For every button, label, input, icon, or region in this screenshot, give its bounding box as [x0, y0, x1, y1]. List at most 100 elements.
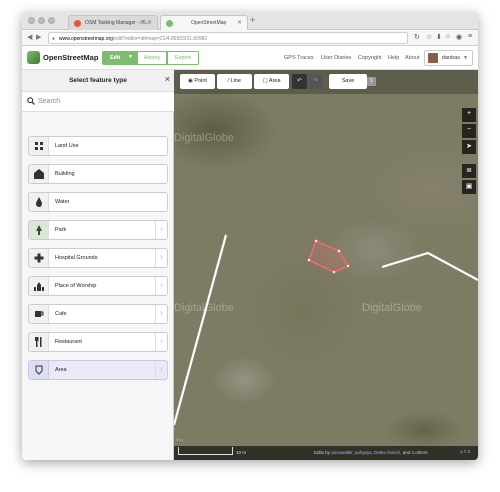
minimize-window-button[interactable]: [38, 17, 45, 24]
preset-item-cafe[interactable]: Cafe i: [28, 304, 168, 324]
layers-icon[interactable]: ≣: [462, 164, 476, 178]
address-toolbar: ◀ ▶ ● www.openstreetmap.org/edit?editor=…: [22, 30, 478, 46]
tab-title: OSM Tasking Manager - #5...: [85, 20, 150, 26]
info-icon[interactable]: i: [155, 361, 167, 379]
line-icon: ⁄: [228, 78, 229, 84]
new-tab-button[interactable]: +: [250, 15, 255, 25]
close-tab-icon[interactable]: ✕: [237, 19, 242, 26]
url-host: www.openstreetmap.org: [59, 36, 113, 42]
zoom-out-button[interactable]: −: [462, 124, 476, 138]
export-button[interactable]: Export: [167, 51, 199, 65]
history-button[interactable]: History: [137, 51, 167, 65]
imagery-logo: Bing: [176, 438, 184, 442]
download-icon[interactable]: ⬇: [436, 33, 442, 41]
star-icon[interactable]: ☆: [426, 33, 432, 41]
map-data-icon[interactable]: ▣: [462, 180, 476, 194]
preset-label: Water: [55, 199, 70, 205]
map-way-line[interactable]: [174, 234, 228, 426]
avatar: [428, 53, 438, 63]
selected-area-polygon[interactable]: [307, 239, 350, 273]
preset-item-restaurant[interactable]: Restaurant i: [28, 332, 168, 352]
browser-tab-tasking[interactable]: OSM Tasking Manager - #5... ✕: [68, 15, 158, 30]
building-icon: [29, 165, 49, 183]
close-icon[interactable]: ×: [165, 74, 170, 84]
attribution-suffix: , and 4 others: [400, 450, 428, 455]
edit-button[interactable]: Edit ▼: [102, 51, 137, 65]
info-icon[interactable]: i: [155, 221, 167, 239]
add-line-button[interactable]: ⁄ Line: [217, 74, 252, 89]
preset-item-building[interactable]: Building: [28, 164, 168, 184]
worship-icon: [29, 277, 49, 295]
menu-icon[interactable]: ≡: [468, 33, 472, 40]
reload-icon[interactable]: ↻: [414, 33, 420, 41]
preset-item-land-use[interactable]: Land Use: [28, 136, 168, 156]
attribution-users-link[interactable]: aicruwaller, pohysys, Darko Ilovich: [331, 450, 400, 455]
preset-item-place-of-worship[interactable]: Place of Worship i: [28, 276, 168, 296]
url-path: /edit?editor=id#map=21/4.86503/31.60982: [112, 36, 208, 42]
add-area-button[interactable]: ▢ Area: [254, 74, 289, 89]
geolocate-icon[interactable]: ➤: [462, 140, 476, 154]
preset-label: Building: [55, 171, 75, 177]
preset-search[interactable]: Search: [22, 92, 174, 112]
preset-label: Place of Worship: [55, 283, 97, 289]
search-icon: [27, 97, 35, 105]
preset-item-hospital-grounds[interactable]: Hospital Grounds i: [28, 248, 168, 268]
edit-label: Edit: [110, 55, 121, 61]
preset-label: Area: [55, 367, 67, 373]
preset-label: Hospital Grounds: [55, 255, 98, 261]
browser-tab-bar: OSM Tasking Manager - #5... ✕ OpenStreet…: [22, 12, 478, 30]
zoom-in-button[interactable]: +: [462, 108, 476, 122]
chevron-down-icon[interactable]: ▼: [128, 54, 133, 60]
home-icon[interactable]: ⌂: [446, 33, 450, 40]
preset-label: Land Use: [55, 143, 79, 149]
back-arrow-icon[interactable]: ◀: [27, 33, 32, 41]
map-canvas[interactable]: DigitalGlobe DigitalGlobe DigitalGlobe ◉…: [174, 70, 478, 460]
url-bar[interactable]: ● www.openstreetmap.org/edit?editor=id#m…: [48, 32, 408, 44]
browser-tab-osm[interactable]: OpenStreetMap ✕: [160, 15, 248, 30]
redo-button[interactable]: ↷: [308, 74, 323, 89]
info-icon[interactable]: i: [155, 305, 167, 323]
cafe-icon: [29, 305, 49, 323]
nav-link-gps-traces[interactable]: GPS Traces: [284, 55, 314, 61]
chevron-down-icon: ▼: [463, 55, 468, 61]
search-input[interactable]: Search: [38, 98, 60, 105]
info-icon[interactable]: i: [155, 277, 167, 295]
preset-item-area[interactable]: Area i: [28, 360, 168, 380]
extension-icon[interactable]: ◉: [456, 33, 462, 41]
undo-icon: ↶: [297, 78, 302, 84]
save-count-badge: 1: [367, 77, 376, 86]
map-toolbar: ◉ Point ⁄ Line ▢ Area ↶ ↷ Save 1: [174, 70, 478, 94]
preset-item-water[interactable]: Water: [28, 192, 168, 212]
scale-label: 10 m: [236, 450, 247, 455]
maximize-window-button[interactable]: [48, 17, 55, 24]
site-title[interactable]: OpenStreetMap: [43, 53, 98, 62]
save-button[interactable]: Save: [329, 74, 367, 89]
info-icon[interactable]: i: [155, 333, 167, 351]
point-label: Point: [194, 78, 207, 84]
area-tool-icon: ▢: [262, 78, 268, 84]
version-label[interactable]: 1.7.3: [460, 449, 470, 454]
hospital-icon: [29, 249, 49, 267]
info-icon[interactable]: i: [155, 249, 167, 267]
nav-link-copyright[interactable]: Copyright: [358, 55, 382, 61]
close-tab-icon[interactable]: ✕: [147, 19, 152, 26]
map-footer: 10 m Edits by aicruwaller, pohysys, Dark…: [174, 446, 478, 460]
land-use-icon: [29, 137, 49, 155]
nav-link-about[interactable]: About: [405, 55, 419, 61]
nav-link-user-diaries[interactable]: User Diaries: [321, 55, 351, 61]
osm-logo-icon[interactable]: [27, 51, 40, 64]
area-label: Area: [268, 78, 281, 84]
forward-arrow-icon[interactable]: ▶: [36, 33, 41, 41]
map-way-line[interactable]: [381, 251, 478, 281]
undo-button[interactable]: ↶: [292, 74, 307, 89]
nav-link-help[interactable]: Help: [388, 55, 399, 61]
tasking-favicon-icon: [74, 20, 81, 27]
close-window-button[interactable]: [28, 17, 35, 24]
username: danbas: [442, 55, 461, 61]
map-overlay: [174, 234, 478, 426]
point-icon: ◉: [188, 78, 193, 84]
add-point-button[interactable]: ◉ Point: [180, 74, 215, 89]
preset-item-park[interactable]: Park i: [28, 220, 168, 240]
attribution-prefix: Edits by: [314, 450, 331, 455]
user-menu[interactable]: danbas ▼: [424, 50, 473, 66]
